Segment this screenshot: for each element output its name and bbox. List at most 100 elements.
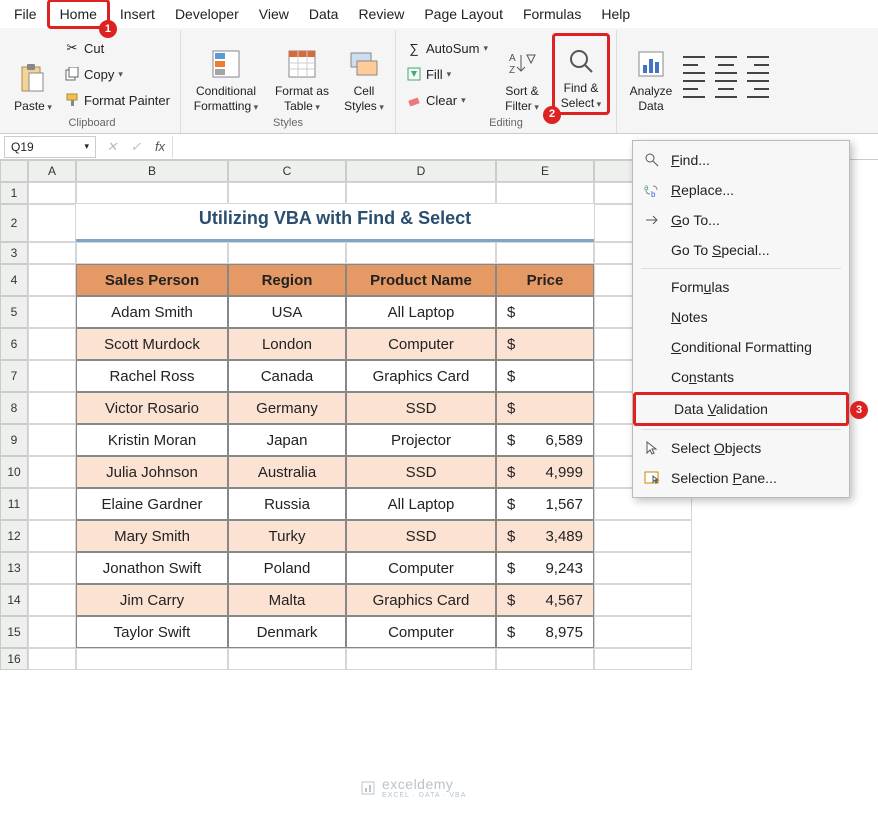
tab-page-layout[interactable]: Page Layout bbox=[414, 2, 513, 26]
align-right[interactable] bbox=[747, 80, 769, 98]
table-cell[interactable]: Denmark bbox=[228, 616, 346, 648]
table-cell[interactable]: Projector bbox=[346, 424, 496, 456]
menu-goto-special[interactable]: Go To Special... bbox=[633, 235, 849, 265]
table-cell[interactable]: Jim Carry bbox=[76, 584, 228, 616]
col-header-A[interactable]: A bbox=[28, 160, 76, 182]
table-cell[interactable]: SSD bbox=[346, 392, 496, 424]
sheet-title[interactable]: Utilizing VBA with Find & Select bbox=[76, 204, 594, 242]
menu-selection-pane[interactable]: Selection Pane... bbox=[633, 463, 849, 493]
row-header[interactable]: 3 bbox=[0, 242, 28, 264]
menu-formulas[interactable]: Formulas bbox=[633, 272, 849, 302]
table-cell[interactable]: Taylor Swift bbox=[76, 616, 228, 648]
menu-replace[interactable]: ab Replace... bbox=[633, 175, 849, 205]
row-header[interactable]: 10 bbox=[0, 456, 28, 488]
tab-view[interactable]: View bbox=[249, 2, 299, 26]
table-cell[interactable]: $ bbox=[496, 328, 594, 360]
tab-review[interactable]: Review bbox=[348, 2, 414, 26]
table-header[interactable]: Sales Person bbox=[76, 264, 228, 296]
cell[interactable] bbox=[346, 242, 496, 264]
tab-help[interactable]: Help bbox=[591, 2, 640, 26]
col-header-D[interactable]: D bbox=[346, 160, 496, 182]
table-cell[interactable]: Graphics Card bbox=[346, 584, 496, 616]
row-header[interactable]: 2 bbox=[0, 204, 28, 242]
row-header[interactable]: 4 bbox=[0, 264, 28, 296]
cell[interactable] bbox=[76, 648, 228, 670]
tab-file[interactable]: File bbox=[4, 2, 47, 26]
cell[interactable] bbox=[228, 648, 346, 670]
row-header[interactable]: 6 bbox=[0, 328, 28, 360]
cell[interactable] bbox=[28, 648, 76, 670]
cell[interactable] bbox=[228, 242, 346, 264]
cell[interactable] bbox=[28, 584, 76, 616]
select-all-corner[interactable] bbox=[0, 160, 28, 182]
format-as-table-button[interactable]: Format as Table bbox=[269, 33, 335, 115]
cell[interactable] bbox=[346, 648, 496, 670]
cell[interactable] bbox=[28, 264, 76, 296]
table-cell[interactable]: $ bbox=[496, 296, 594, 328]
conditional-formatting-button[interactable]: Conditional Formatting bbox=[187, 33, 265, 115]
menu-find[interactable]: Find... bbox=[633, 145, 849, 175]
table-cell[interactable]: All Laptop bbox=[346, 296, 496, 328]
paste-button[interactable]: Paste bbox=[10, 33, 56, 115]
table-cell[interactable]: $8,975 bbox=[496, 616, 594, 648]
sort-filter-button[interactable]: AZ Sort & Filter bbox=[496, 33, 548, 115]
autosum-button[interactable]: ∑ AutoSum bbox=[402, 36, 492, 60]
tab-insert[interactable]: Insert bbox=[110, 2, 165, 26]
menu-select-objects[interactable]: Select Objects bbox=[633, 433, 849, 463]
analyze-data-button[interactable]: Analyze Data bbox=[623, 33, 679, 115]
cell[interactable] bbox=[594, 584, 692, 616]
table-cell[interactable]: Germany bbox=[228, 392, 346, 424]
align-top-right[interactable] bbox=[747, 56, 769, 74]
table-cell[interactable]: $9,243 bbox=[496, 552, 594, 584]
cell-styles-button[interactable]: Cell Styles bbox=[339, 33, 389, 115]
cell[interactable] bbox=[28, 328, 76, 360]
tab-home[interactable]: Home 1 bbox=[47, 0, 110, 29]
table-header[interactable]: Price bbox=[496, 264, 594, 296]
cell[interactable] bbox=[594, 520, 692, 552]
table-cell[interactable]: Computer bbox=[346, 616, 496, 648]
copy-button[interactable]: Copy bbox=[60, 62, 174, 86]
cut-button[interactable]: ✂ Cut bbox=[60, 36, 174, 60]
table-header[interactable]: Product Name bbox=[346, 264, 496, 296]
table-cell[interactable]: Elaine Gardner bbox=[76, 488, 228, 520]
table-cell[interactable]: All Laptop bbox=[346, 488, 496, 520]
table-cell[interactable]: London bbox=[228, 328, 346, 360]
clear-button[interactable]: Clear bbox=[402, 88, 492, 112]
table-cell[interactable]: Canada bbox=[228, 360, 346, 392]
table-cell[interactable]: Scott Murdock bbox=[76, 328, 228, 360]
row-header[interactable]: 16 bbox=[0, 648, 28, 670]
table-cell[interactable]: Computer bbox=[346, 328, 496, 360]
cell[interactable] bbox=[594, 552, 692, 584]
cell[interactable] bbox=[228, 182, 346, 204]
row-header[interactable]: 11 bbox=[0, 488, 28, 520]
col-header-E[interactable]: E bbox=[496, 160, 594, 182]
col-header-B[interactable]: B bbox=[76, 160, 228, 182]
table-cell[interactable]: Australia bbox=[228, 456, 346, 488]
table-cell[interactable]: Russia bbox=[228, 488, 346, 520]
cell[interactable] bbox=[594, 616, 692, 648]
menu-data-validation[interactable]: Data Validation 3 bbox=[633, 392, 849, 426]
table-cell[interactable]: $ bbox=[496, 360, 594, 392]
format-painter-button[interactable]: Format Painter bbox=[60, 88, 174, 112]
menu-conditional-formatting[interactable]: Conditional Formatting bbox=[633, 332, 849, 362]
cell[interactable] bbox=[28, 296, 76, 328]
align-top-left[interactable] bbox=[683, 56, 705, 74]
cell[interactable] bbox=[28, 392, 76, 424]
row-header[interactable]: 8 bbox=[0, 392, 28, 424]
table-cell[interactable]: Jonathon Swift bbox=[76, 552, 228, 584]
row-header[interactable]: 9 bbox=[0, 424, 28, 456]
table-cell[interactable]: Japan bbox=[228, 424, 346, 456]
row-header[interactable]: 7 bbox=[0, 360, 28, 392]
table-cell[interactable]: Victor Rosario bbox=[76, 392, 228, 424]
cell[interactable] bbox=[28, 242, 76, 264]
cell[interactable] bbox=[76, 242, 228, 264]
table-cell[interactable]: Turky bbox=[228, 520, 346, 552]
cancel-formula-button[interactable]: ✕ bbox=[100, 139, 124, 155]
col-header-C[interactable]: C bbox=[228, 160, 346, 182]
row-header[interactable]: 15 bbox=[0, 616, 28, 648]
table-cell[interactable]: Malta bbox=[228, 584, 346, 616]
table-cell[interactable]: $ bbox=[496, 392, 594, 424]
row-header[interactable]: 1 bbox=[0, 182, 28, 204]
cell[interactable] bbox=[28, 182, 76, 204]
enter-formula-button[interactable]: ✓ bbox=[124, 139, 148, 155]
